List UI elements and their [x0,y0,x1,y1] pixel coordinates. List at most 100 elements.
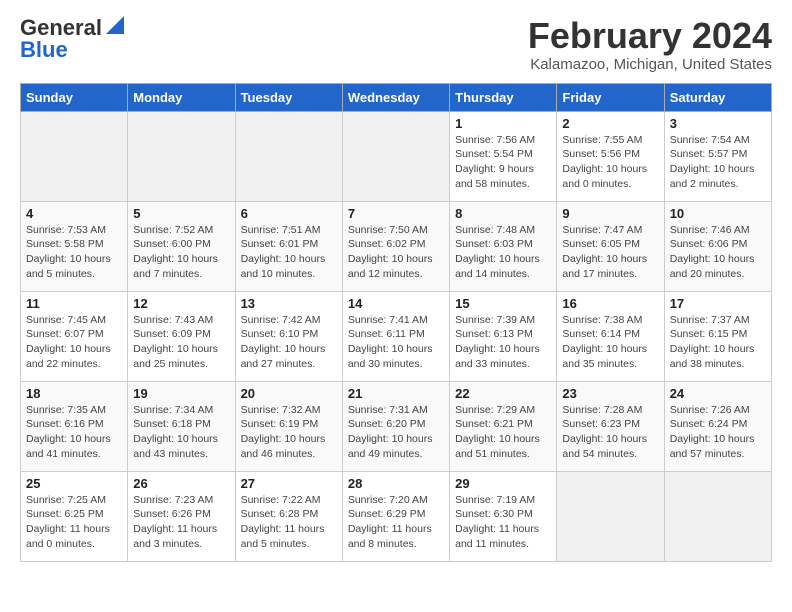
calendar-body: 1 Sunrise: 7:56 AM Sunset: 5:54 PM Daylig… [21,111,772,561]
calendar-cell: 6 Sunrise: 7:51 AM Sunset: 6:01 PM Daylig… [235,201,342,291]
calendar-cell: 1 Sunrise: 7:56 AM Sunset: 5:54 PM Daylig… [450,111,557,201]
day-info: Sunrise: 7:38 AM Sunset: 6:14 PM Dayligh… [562,313,658,372]
calendar-week-3: 11 Sunrise: 7:45 AM Sunset: 6:07 PM Dayli… [21,291,772,381]
day-info: Sunrise: 7:41 AM Sunset: 6:11 PM Dayligh… [348,313,444,372]
day-info: Sunrise: 7:53 AM Sunset: 5:58 PM Dayligh… [26,223,122,282]
day-info: Sunrise: 7:42 AM Sunset: 6:10 PM Dayligh… [241,313,337,372]
day-info: Sunrise: 7:34 AM Sunset: 6:18 PM Dayligh… [133,403,229,462]
day-number: 2 [562,116,658,131]
day-info: Sunrise: 7:26 AM Sunset: 6:24 PM Dayligh… [670,403,766,462]
header-thursday: Thursday [450,83,557,111]
calendar-cell: 23 Sunrise: 7:28 AM Sunset: 6:23 PM Dayli… [557,381,664,471]
logo: General Blue [20,16,124,61]
calendar-header: Sunday Monday Tuesday Wednesday Thursday… [21,83,772,111]
day-number: 12 [133,296,229,311]
logo-general-text: General [20,17,102,39]
page-title: February 2024 [528,16,772,56]
calendar-week-4: 18Sunrise: 7:35 AM Sunset: 6:16 PM Dayli… [21,381,772,471]
day-number: 15 [455,296,551,311]
day-info: Sunrise: 7:47 AM Sunset: 6:05 PM Dayligh… [562,223,658,282]
day-info: Sunrise: 7:32 AM Sunset: 6:19 PM Dayligh… [241,403,337,462]
day-info: Sunrise: 7:46 AM Sunset: 6:06 PM Dayligh… [670,223,766,282]
calendar-cell: 18Sunrise: 7:35 AM Sunset: 6:16 PM Dayli… [21,381,128,471]
day-number: 20 [241,386,337,401]
day-info: Sunrise: 7:35 AM Sunset: 6:16 PM Dayligh… [26,403,122,462]
day-number: 29 [455,476,551,491]
calendar-cell: 24 Sunrise: 7:26 AM Sunset: 6:24 PM Dayli… [664,381,771,471]
calendar-cell [664,471,771,561]
day-number: 1 [455,116,551,131]
day-number: 22 [455,386,551,401]
header-friday: Friday [557,83,664,111]
calendar-cell: 2 Sunrise: 7:55 AM Sunset: 5:56 PM Daylig… [557,111,664,201]
day-number: 5 [133,206,229,221]
calendar-cell [128,111,235,201]
calendar-cell: 13 Sunrise: 7:42 AM Sunset: 6:10 PM Dayli… [235,291,342,381]
header-row: Sunday Monday Tuesday Wednesday Thursday… [21,83,772,111]
day-info: Sunrise: 7:28 AM Sunset: 6:23 PM Dayligh… [562,403,658,462]
day-info: Sunrise: 7:39 AM Sunset: 6:13 PM Dayligh… [455,313,551,372]
calendar-cell: 4 Sunrise: 7:53 AM Sunset: 5:58 PM Daylig… [21,201,128,291]
day-info: Sunrise: 7:31 AM Sunset: 6:20 PM Dayligh… [348,403,444,462]
day-number: 7 [348,206,444,221]
day-info: Sunrise: 7:45 AM Sunset: 6:07 PM Dayligh… [26,313,122,372]
calendar-cell: 22 Sunrise: 7:29 AM Sunset: 6:21 PM Dayli… [450,381,557,471]
day-number: 13 [241,296,337,311]
logo-blue-text: Blue [20,39,68,61]
day-info: Sunrise: 7:37 AM Sunset: 6:15 PM Dayligh… [670,313,766,372]
header-tuesday: Tuesday [235,83,342,111]
calendar-cell: 26Sunrise: 7:23 AM Sunset: 6:26 PM Dayli… [128,471,235,561]
calendar-cell: 28 Sunrise: 7:20 AM Sunset: 6:29 PM Dayli… [342,471,449,561]
day-info: Sunrise: 7:48 AM Sunset: 6:03 PM Dayligh… [455,223,551,282]
day-number: 11 [26,296,122,311]
header-wednesday: Wednesday [342,83,449,111]
day-number: 8 [455,206,551,221]
day-number: 14 [348,296,444,311]
day-number: 19 [133,386,229,401]
calendar-cell [557,471,664,561]
day-number: 4 [26,206,122,221]
day-info: Sunrise: 7:54 AM Sunset: 5:57 PM Dayligh… [670,133,766,192]
day-info: Sunrise: 7:22 AM Sunset: 6:28 PM Dayligh… [241,493,337,552]
calendar-cell [235,111,342,201]
day-info: Sunrise: 7:52 AM Sunset: 6:00 PM Dayligh… [133,223,229,282]
day-info: Sunrise: 7:51 AM Sunset: 6:01 PM Dayligh… [241,223,337,282]
day-info: Sunrise: 7:20 AM Sunset: 6:29 PM Dayligh… [348,493,444,552]
calendar-table: Sunday Monday Tuesday Wednesday Thursday… [20,83,772,562]
title-area: February 2024 Kalamazoo, Michigan, Unite… [528,16,772,73]
calendar-week-2: 4 Sunrise: 7:53 AM Sunset: 5:58 PM Daylig… [21,201,772,291]
day-number: 6 [241,206,337,221]
day-number: 10 [670,206,766,221]
calendar-cell: 11 Sunrise: 7:45 AM Sunset: 6:07 PM Dayli… [21,291,128,381]
header-saturday: Saturday [664,83,771,111]
header-sunday: Sunday [21,83,128,111]
calendar-cell: 25Sunrise: 7:25 AM Sunset: 6:25 PM Dayli… [21,471,128,561]
calendar-cell: 5 Sunrise: 7:52 AM Sunset: 6:00 PM Daylig… [128,201,235,291]
day-info: Sunrise: 7:50 AM Sunset: 6:02 PM Dayligh… [348,223,444,282]
day-number: 27 [241,476,337,491]
day-number: 28 [348,476,444,491]
calendar-cell: 3Sunrise: 7:54 AM Sunset: 5:57 PM Daylig… [664,111,771,201]
calendar-cell [21,111,128,201]
calendar-cell: 10 Sunrise: 7:46 AM Sunset: 6:06 PM Dayli… [664,201,771,291]
calendar-cell: 9Sunrise: 7:47 AM Sunset: 6:05 PM Daylig… [557,201,664,291]
calendar-cell: 12 Sunrise: 7:43 AM Sunset: 6:09 PM Dayli… [128,291,235,381]
day-number: 23 [562,386,658,401]
day-info: Sunrise: 7:29 AM Sunset: 6:21 PM Dayligh… [455,403,551,462]
calendar-cell: 29 Sunrise: 7:19 AM Sunset: 6:30 PM Dayli… [450,471,557,561]
day-info: Sunrise: 7:56 AM Sunset: 5:54 PM Dayligh… [455,133,551,192]
page-location: Kalamazoo, Michigan, United States [528,56,772,73]
calendar-cell: 21Sunrise: 7:31 AM Sunset: 6:20 PM Dayli… [342,381,449,471]
day-number: 26 [133,476,229,491]
calendar-week-1: 1 Sunrise: 7:56 AM Sunset: 5:54 PM Daylig… [21,111,772,201]
calendar-cell: 7 Sunrise: 7:50 AM Sunset: 6:02 PM Daylig… [342,201,449,291]
day-info: Sunrise: 7:43 AM Sunset: 6:09 PM Dayligh… [133,313,229,372]
day-number: 24 [670,386,766,401]
day-info: Sunrise: 7:55 AM Sunset: 5:56 PM Dayligh… [562,133,658,192]
page-header: General Blue February 2024 Kalamazoo, Mi… [20,16,772,73]
calendar-cell: 14 Sunrise: 7:41 AM Sunset: 6:11 PM Dayli… [342,291,449,381]
day-info: Sunrise: 7:19 AM Sunset: 6:30 PM Dayligh… [455,493,551,552]
calendar-week-5: 25Sunrise: 7:25 AM Sunset: 6:25 PM Dayli… [21,471,772,561]
calendar-cell: 15 Sunrise: 7:39 AM Sunset: 6:13 PM Dayli… [450,291,557,381]
calendar-cell: 17Sunrise: 7:37 AM Sunset: 6:15 PM Dayli… [664,291,771,381]
